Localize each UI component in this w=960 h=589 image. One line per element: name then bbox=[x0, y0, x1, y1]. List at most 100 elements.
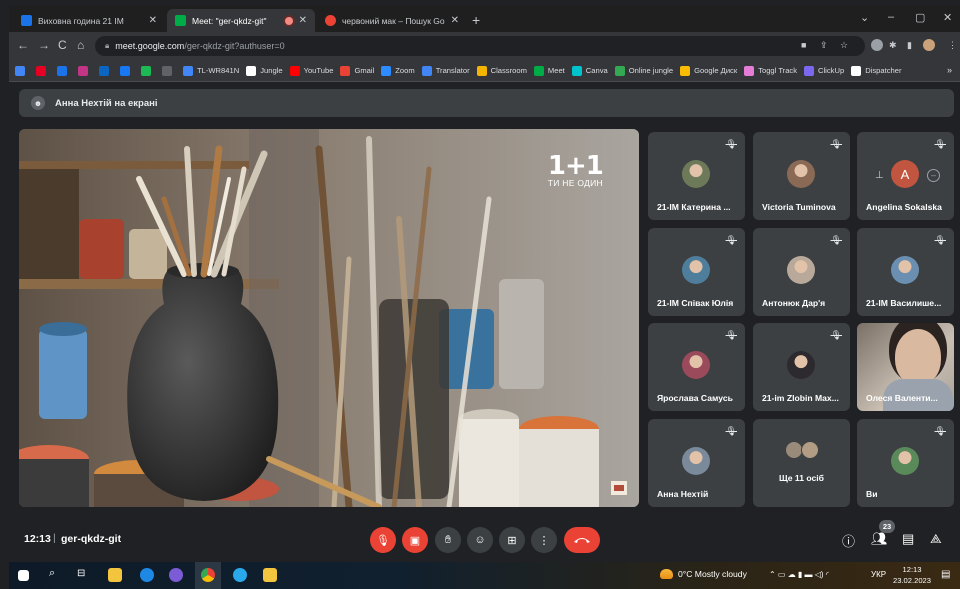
participant-tile[interactable]: 🎙︎ Антонюк Дар'я bbox=[753, 228, 850, 316]
clickup-icon bbox=[804, 65, 815, 76]
task-view-icon[interactable]: ⊟ bbox=[77, 568, 85, 579]
meeting-info-icon[interactable]: ⓘ bbox=[842, 531, 855, 550]
tab-google-search[interactable]: червоний мак – Пошук Google ✕ bbox=[317, 9, 467, 32]
forward-icon[interactable]: → bbox=[38, 38, 50, 52]
participant-tile[interactable]: ⊥ A – 🎙︎ Angelina Sokalska bbox=[857, 132, 954, 220]
camera-off-button[interactable]: ▣ bbox=[402, 527, 428, 553]
windows-start-icon[interactable] bbox=[18, 570, 29, 581]
presenter-avatar: ☻ bbox=[31, 96, 45, 110]
bookmark-item[interactable]: Toggl Track bbox=[744, 65, 797, 76]
participant-tile[interactable]: 🎙︎ Анна Нехтій bbox=[648, 419, 745, 507]
pin-icon[interactable]: ⊥ bbox=[875, 170, 884, 181]
close-icon[interactable]: ✕ bbox=[451, 15, 459, 26]
bookmark-item[interactable]: Classroom bbox=[476, 65, 527, 76]
mic-off-icon: 🎙︎ bbox=[376, 534, 390, 547]
remove-icon[interactable]: – bbox=[927, 169, 940, 182]
bookmark-item[interactable]: Online jungle bbox=[614, 65, 673, 76]
minimize-button[interactable]: – bbox=[888, 11, 894, 23]
more-bookmarks-icon[interactable]: » bbox=[947, 65, 952, 75]
participant-video bbox=[895, 329, 941, 385]
mic-off-icon: 🎙︎ bbox=[725, 426, 737, 436]
reload-icon[interactable]: C bbox=[58, 38, 67, 52]
bookmark-item[interactable]: Translator bbox=[421, 65, 470, 76]
file-explorer-icon[interactable] bbox=[108, 568, 122, 582]
language-indicator[interactable]: УКР bbox=[871, 570, 886, 579]
people-icon[interactable]: 👥︎ bbox=[871, 531, 888, 547]
notifications-icon[interactable]: ▤ bbox=[941, 569, 950, 580]
instagram-icon bbox=[78, 65, 88, 76]
participant-tile[interactable]: 🎙︎ 21-ІМ Співак Юлія bbox=[648, 228, 745, 316]
bookmark-item[interactable] bbox=[162, 65, 176, 76]
avatar bbox=[682, 447, 710, 475]
bookmark-item[interactable]: Dispatcher bbox=[851, 65, 901, 76]
bookmark-item[interactable]: Google Диск bbox=[680, 65, 737, 76]
present-button[interactable]: ⊞ bbox=[499, 527, 525, 553]
more-options-button[interactable]: ⋮ bbox=[531, 527, 557, 553]
participant-tile[interactable]: 🎙︎ 21-ІМ Василише... bbox=[857, 228, 954, 316]
bookmark-item[interactable]: YouTube bbox=[289, 65, 333, 76]
search-icon[interactable]: ⌕ bbox=[49, 567, 55, 580]
participant-name: Олеся Валенти... bbox=[866, 393, 938, 403]
online-jungle-icon bbox=[614, 65, 625, 76]
back-icon[interactable]: ← bbox=[17, 38, 29, 52]
tab-label: Виховна година 21 ІМ bbox=[38, 15, 124, 26]
presenting-text: Анна Нехтій на екрані bbox=[55, 97, 158, 109]
share-icon[interactable]: ⇪ bbox=[820, 40, 828, 51]
bookmark-item[interactable]: Zoom bbox=[381, 65, 415, 76]
participant-tile[interactable]: 🎙︎ 21-im Zlobin Max... bbox=[753, 323, 850, 411]
bookmark-item[interactable]: ClickUp bbox=[804, 65, 844, 76]
participant-tile[interactable]: 🎙︎ 21-ІМ Катерина ... bbox=[648, 132, 745, 220]
activities-icon[interactable]: ⟁ bbox=[930, 531, 942, 547]
maximize-button[interactable]: ▢ bbox=[915, 11, 925, 24]
bookmark-label: Canva bbox=[585, 66, 608, 75]
participant-tile[interactable]: Ще 11 осіб bbox=[753, 419, 850, 507]
edge-icon[interactable] bbox=[140, 568, 154, 582]
bookmark-item[interactable] bbox=[57, 65, 71, 76]
bookmark-item[interactable] bbox=[36, 65, 50, 76]
close-icon[interactable]: ✕ bbox=[149, 15, 157, 26]
bookmark-item[interactable] bbox=[141, 65, 155, 76]
telegram-icon[interactable] bbox=[233, 568, 247, 582]
weather-text: 0°C Mostly cloudy bbox=[678, 569, 747, 579]
bookmark-item[interactable]: Canva bbox=[571, 65, 608, 76]
participant-tile[interactable]: 🎙︎ Victoria Tuminova bbox=[753, 132, 850, 220]
bookmark-item[interactable] bbox=[99, 65, 113, 76]
participant-tile[interactable]: Олеся Валенти... bbox=[857, 323, 954, 411]
clock[interactable]: 12:13 23.02.2023 bbox=[893, 564, 931, 586]
viber-icon[interactable] bbox=[169, 568, 183, 582]
home-icon[interactable]: ⌂ bbox=[77, 38, 84, 52]
raise-hand-button[interactable]: ✋︎ bbox=[435, 527, 461, 553]
bookmark-item[interactable]: Meet bbox=[533, 65, 565, 76]
reactions-button[interactable]: ☺ bbox=[467, 527, 493, 553]
bookmark-star-icon[interactable]: ☆ bbox=[840, 40, 848, 51]
address-bar[interactable]: 🔒︎ meet.google.com /ger-qkdz-git?authuse… bbox=[95, 36, 865, 56]
close-icon[interactable]: ✕ bbox=[299, 15, 307, 26]
participant-tile[interactable]: 🎙︎ Ви bbox=[857, 419, 954, 507]
bookmark-item[interactable] bbox=[78, 65, 92, 76]
profile-avatar[interactable] bbox=[923, 39, 935, 51]
sticky-notes-icon[interactable] bbox=[263, 568, 277, 582]
mic-off-icon: 🎙︎ bbox=[830, 330, 842, 340]
extensions-puzzle-icon[interactable]: ✱ bbox=[889, 40, 897, 51]
tab-meet[interactable]: Meet: "ger-qkdz-git" ✕ bbox=[167, 9, 315, 32]
close-window-button[interactable]: ✕ bbox=[943, 11, 952, 24]
menu-icon[interactable]: ⋮ bbox=[948, 40, 957, 51]
side-panel-icon[interactable]: ▮ bbox=[907, 40, 912, 51]
mic-off-button[interactable]: 🎙︎ bbox=[370, 527, 396, 553]
tab-classroom[interactable]: Виховна година 21 ІМ ✕ bbox=[13, 9, 165, 32]
weather-widget[interactable]: 0°C Mostly cloudy bbox=[660, 569, 747, 579]
bookmark-item[interactable] bbox=[15, 65, 29, 76]
extension-icon[interactable] bbox=[871, 39, 883, 51]
chrome-icon[interactable] bbox=[201, 568, 215, 582]
participant-tile[interactable]: 🎙︎ Ярослава Самусь bbox=[648, 323, 745, 411]
chat-icon[interactable]: ▤ bbox=[902, 531, 914, 547]
new-tab-button[interactable]: + bbox=[472, 12, 480, 28]
bookmark-item[interactable]: Gmail bbox=[340, 65, 374, 76]
bookmark-item[interactable]: TL-WR841N bbox=[183, 65, 239, 76]
tab-search-icon[interactable]: ⌄ bbox=[860, 11, 869, 24]
system-tray[interactable]: ⌃ ▭ ☁ ▮ ▬ ◁) ◜ bbox=[769, 570, 829, 579]
camera-in-use-icon[interactable]: ■ bbox=[801, 40, 806, 50]
leave-call-button[interactable] bbox=[564, 527, 600, 553]
bookmark-item[interactable]: Jungle bbox=[246, 65, 283, 76]
bookmark-item[interactable] bbox=[120, 65, 134, 76]
